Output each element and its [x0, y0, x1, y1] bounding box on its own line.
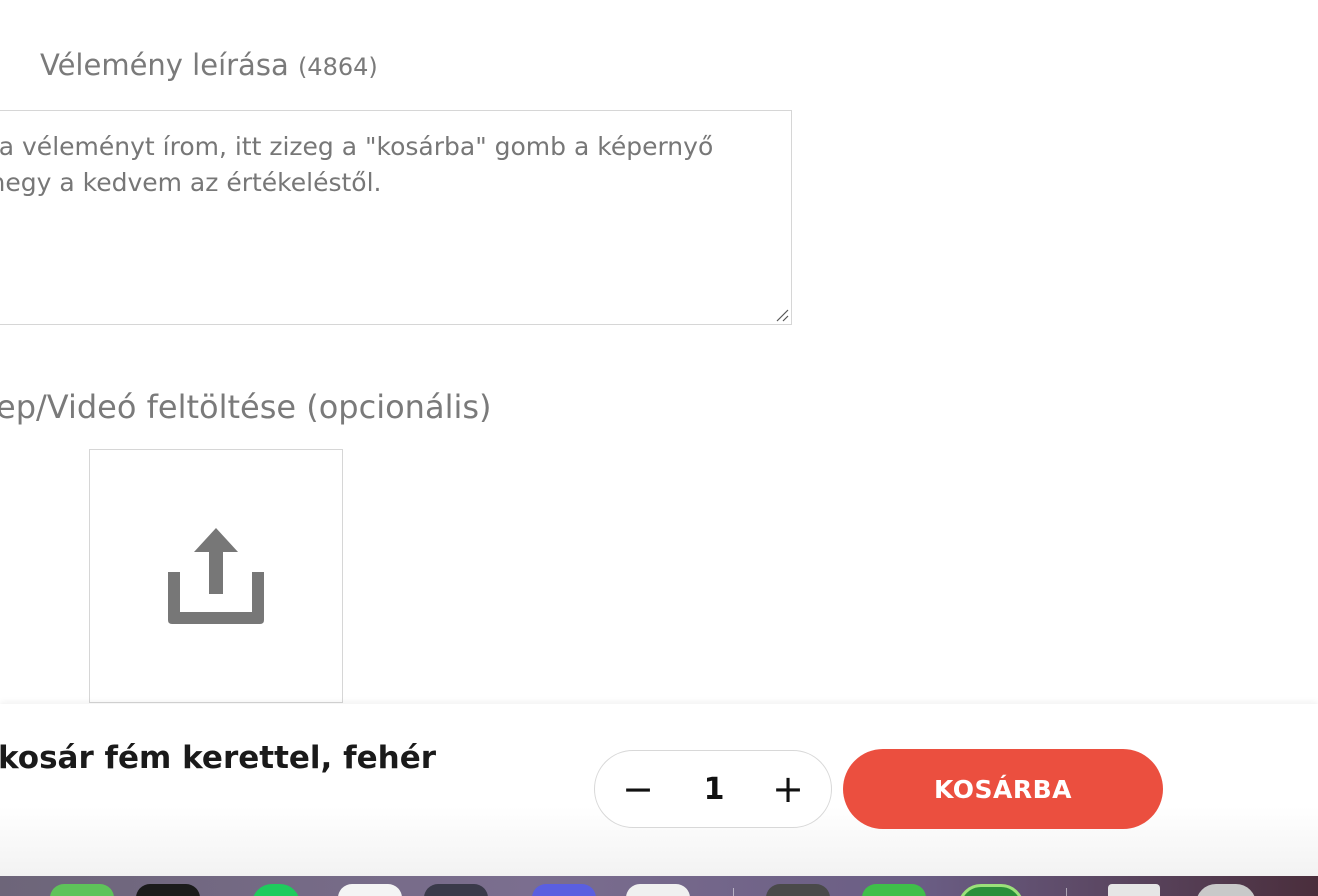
dock-app-icon[interactable] — [424, 884, 488, 896]
dock-app-icon[interactable] — [1196, 884, 1256, 896]
dock-app-icon[interactable] — [626, 884, 690, 896]
review-char-count: (4864) — [297, 53, 378, 81]
dock-app-icon[interactable] — [862, 884, 926, 896]
product-title: kosár fém kerettel, fehér — [0, 740, 437, 776]
dock-separator — [733, 888, 734, 896]
minus-icon: − — [622, 767, 654, 811]
plus-icon: + — [772, 767, 804, 811]
dock-app-icon[interactable] — [766, 884, 830, 896]
review-text-line-1: t a véleményt írom, itt zizeg a "kosárba… — [0, 132, 714, 161]
upload-icon — [168, 528, 264, 624]
upload-label: ep/Videó feltöltése (opcionális) — [0, 388, 492, 426]
upload-dropzone[interactable] — [89, 449, 343, 703]
macos-dock — [0, 876, 1318, 896]
review-textarea-content: t a véleményt írom, itt zizeg a "kosárba… — [0, 129, 713, 201]
dock-app-icon[interactable] — [338, 884, 402, 896]
quantity-increase-button[interactable]: + — [753, 751, 823, 827]
dock-app-icon[interactable] — [252, 884, 300, 896]
quantity-stepper: − 1 + — [594, 750, 832, 828]
quantity-value[interactable]: 1 — [679, 751, 749, 827]
resize-handle-icon[interactable] — [775, 308, 789, 322]
quantity-decrease-button[interactable]: − — [603, 751, 673, 827]
dock-separator — [1066, 888, 1067, 896]
review-description-label: Vélemény leírása (4864) — [40, 48, 378, 82]
dock-app-icon[interactable] — [136, 884, 200, 896]
review-text-line-2: megy a kedvem az értékeléstől. — [0, 168, 382, 197]
dock-app-icon[interactable] — [958, 884, 1024, 896]
review-textarea[interactable]: t a véleményt írom, itt zizeg a "kosárba… — [0, 110, 792, 325]
dock-app-icon[interactable] — [532, 884, 596, 896]
dock-app-icon[interactable] — [1108, 884, 1160, 896]
dock-app-icon[interactable] — [50, 884, 114, 896]
sticky-add-to-cart-bar: kosár fém kerettel, fehér − 1 + KOSÁRBA — [0, 704, 1318, 876]
add-to-cart-button[interactable]: KOSÁRBA — [843, 749, 1163, 829]
review-label-text: Vélemény leírása — [40, 48, 289, 82]
